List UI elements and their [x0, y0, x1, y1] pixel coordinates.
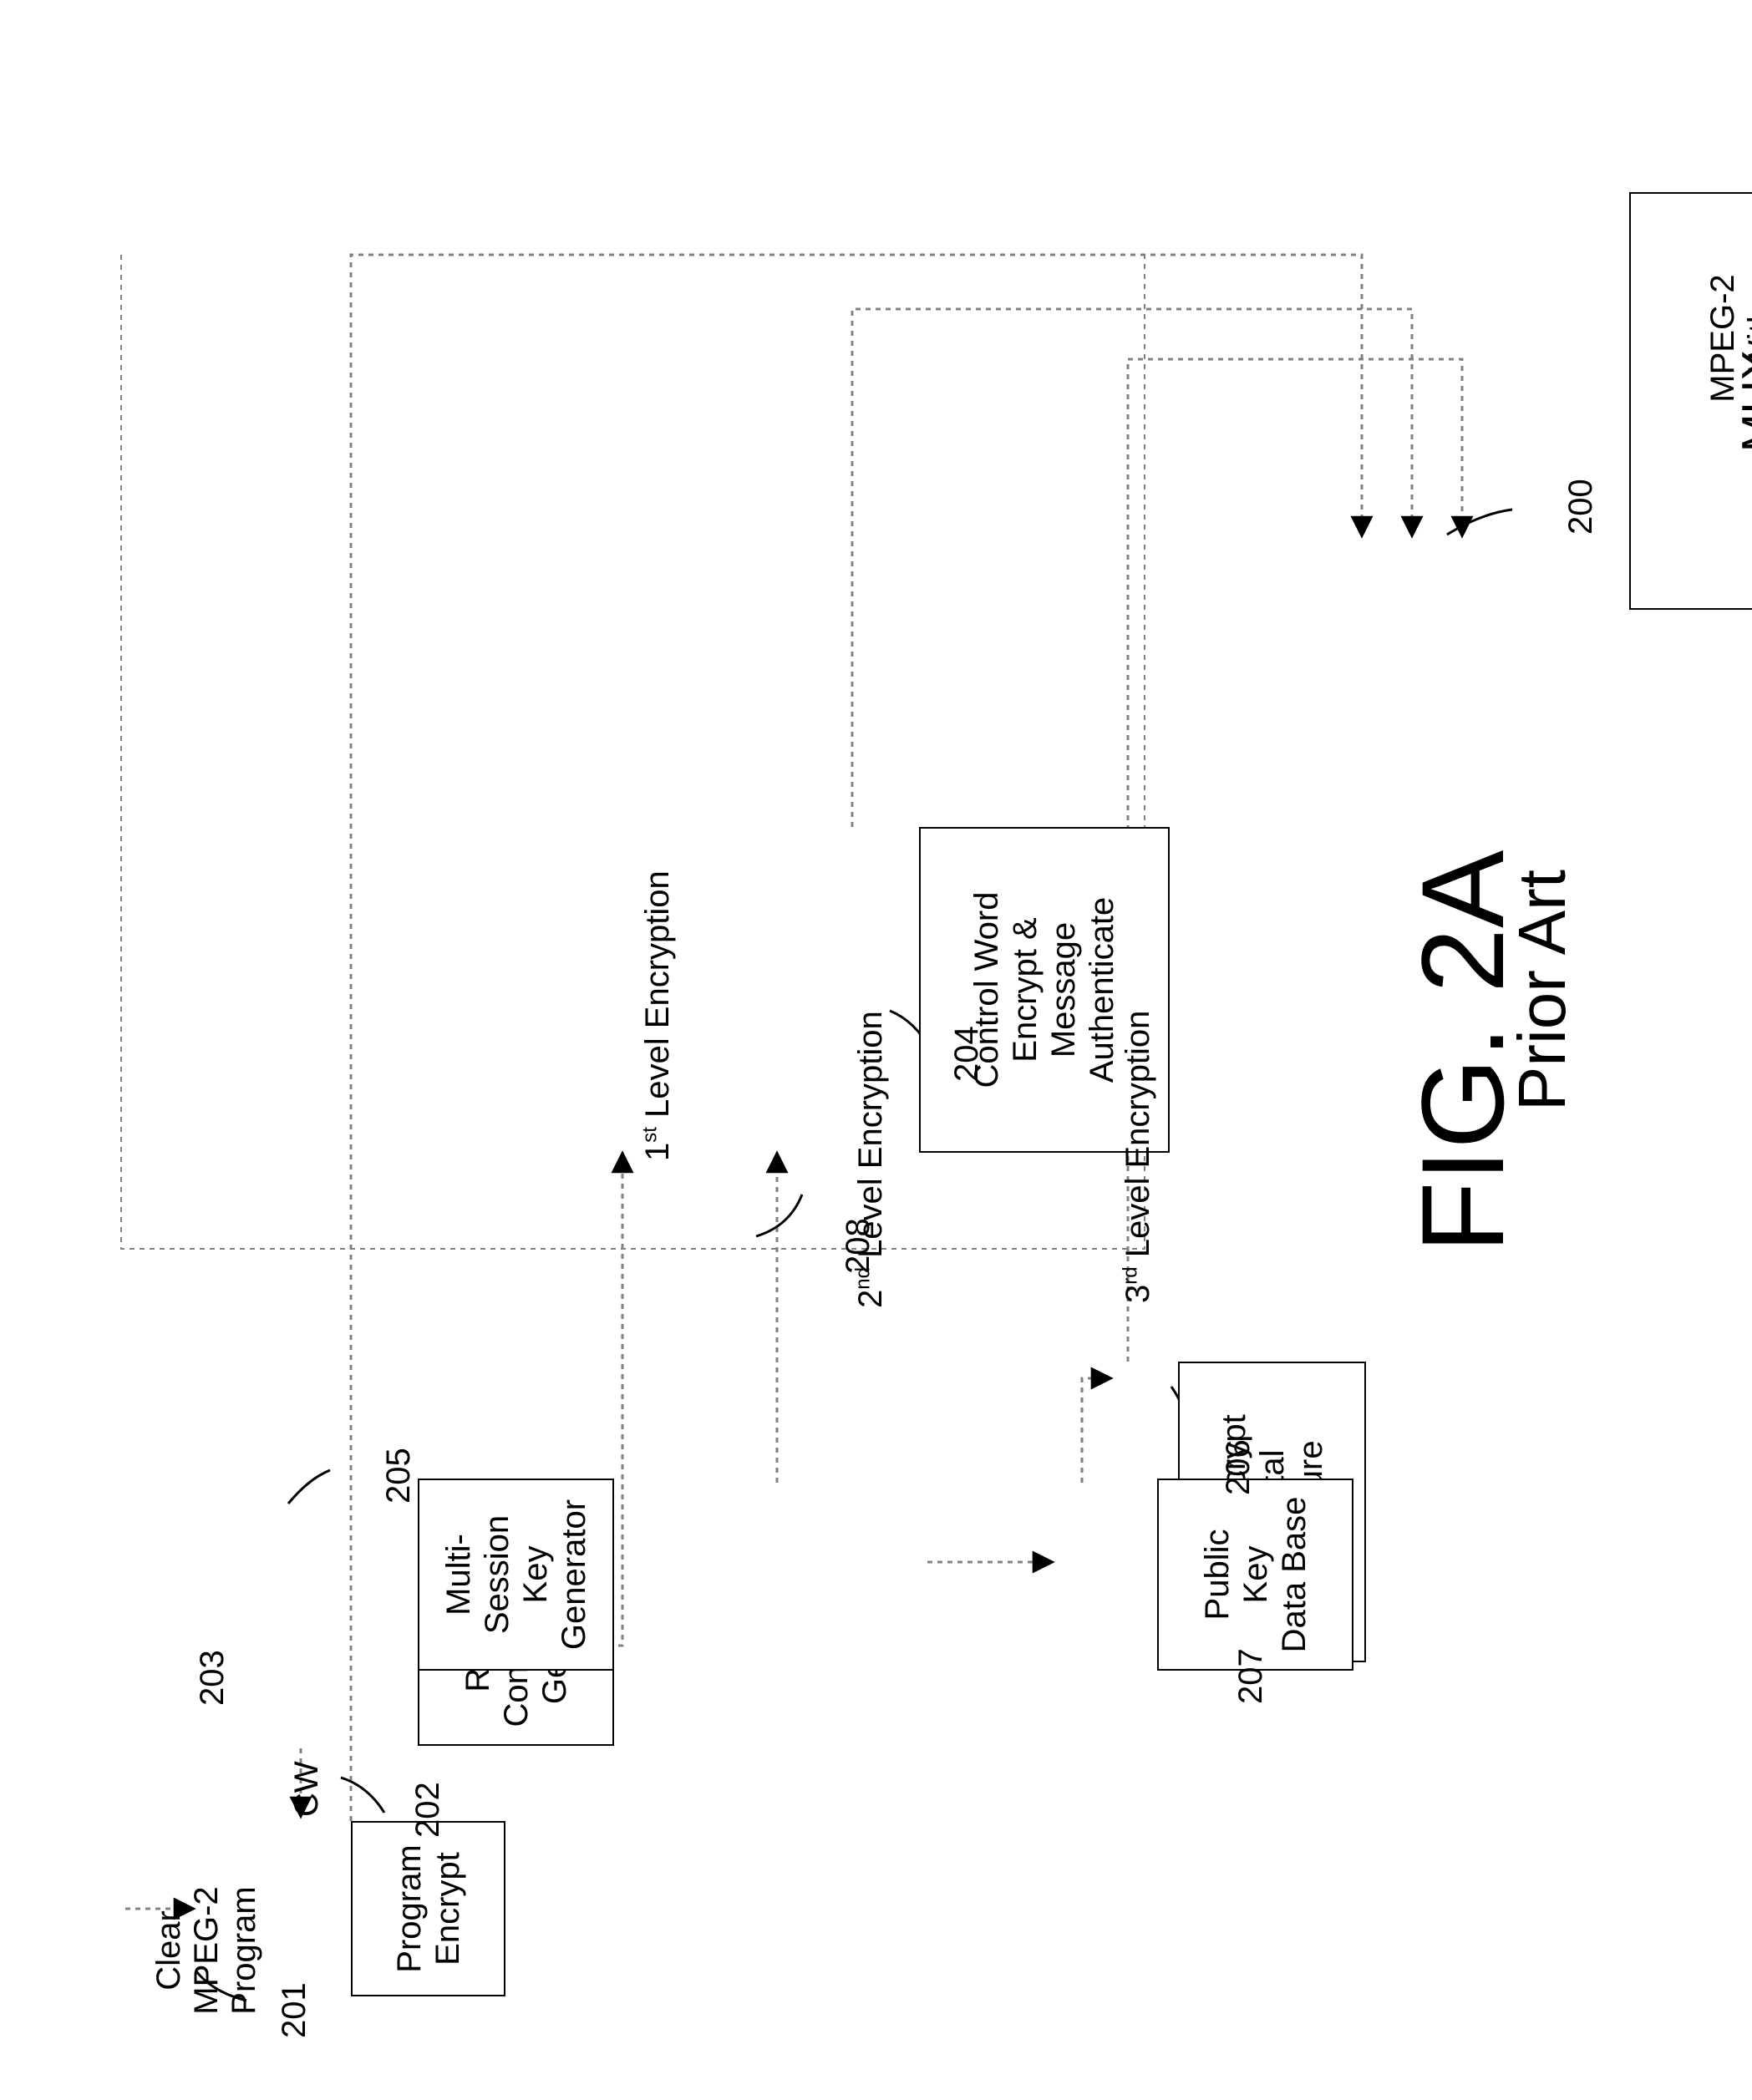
label-level3: 3rd Level Encryption [1120, 1011, 1157, 1303]
ref-201: 201 [276, 1982, 313, 2038]
block-public-key-db: PublicKeyData Base [1157, 1479, 1353, 1671]
block-msk-generator: Multi-Session KeyGenerator [418, 1479, 614, 1671]
ref-204: 204 [948, 1026, 986, 1082]
diagram-canvas: ProgramEncrypt RandomControl WordGenerat… [0, 0, 1752, 2100]
ref-208: 208 [840, 1218, 877, 1274]
block-program-encrypt: ProgramEncrypt [351, 1821, 505, 1996]
ref-207: 207 [1232, 1648, 1270, 1704]
label-output: MPEG-2WithCA [1704, 238, 1752, 439]
label-input: ClearMPEG-2Program [150, 1863, 263, 2038]
label-level1: 1st Level Encryption [639, 870, 677, 1161]
ref-200: 200 [1562, 479, 1600, 535]
ref-206: 206 [1220, 1439, 1257, 1495]
figure-subtitle: Prior Art [1504, 870, 1581, 1111]
ref-203: 203 [194, 1650, 231, 1706]
ref-202: 202 [409, 1782, 447, 1838]
ref-205: 205 [380, 1448, 418, 1504]
label-cw: CW [288, 1761, 326, 1817]
